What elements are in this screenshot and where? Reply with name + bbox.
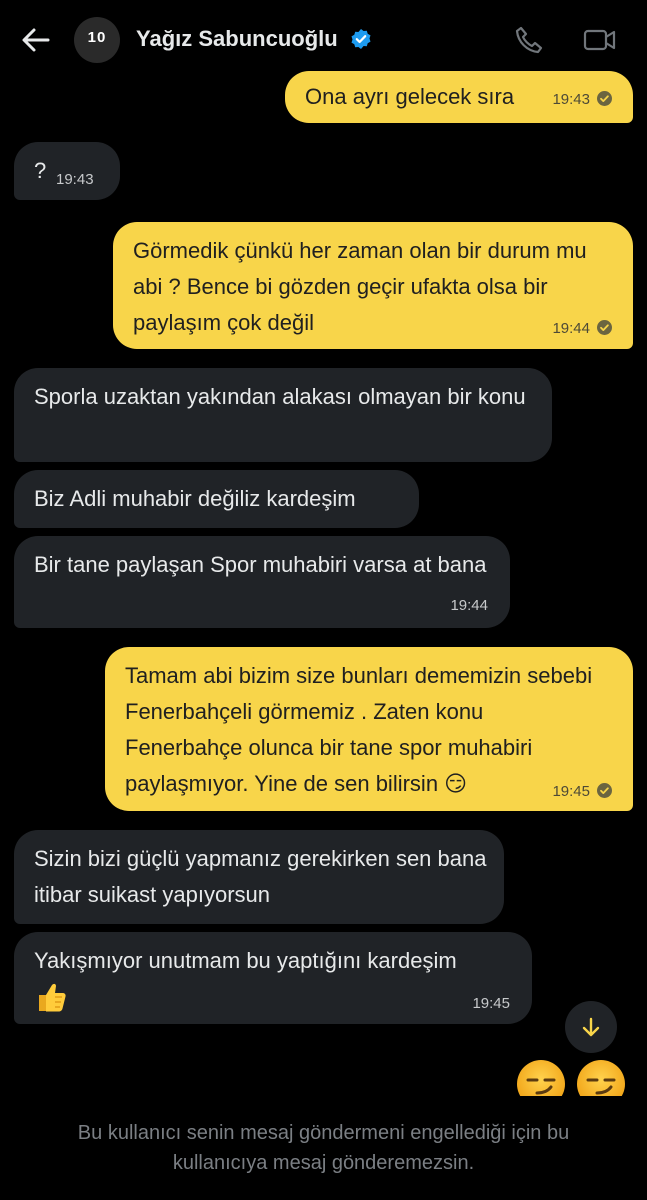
arrow-down-icon <box>582 1017 600 1037</box>
scroll-to-bottom-button[interactable] <box>565 1001 617 1053</box>
message-incoming[interactable]: Yakışmıyor unutmam bu yaptığını kardeşim… <box>14 932 532 1024</box>
message-incoming[interactable]: Bir tane paylaşan Spor muhabiri varsa at… <box>14 536 510 628</box>
message-time: 19:44 <box>552 320 590 337</box>
message-time: 19:44 <box>450 597 488 614</box>
message-text: Sizin bizi güçlü yapmanız gerekirken sen… <box>34 846 487 907</box>
read-check-icon <box>597 783 612 798</box>
message-text: Görmedik çünkü her zaman olan bir durum … <box>133 238 587 335</box>
message-time: 19:45 <box>472 995 510 1012</box>
video-camera-icon[interactable] <box>582 24 618 56</box>
message-incoming[interactable]: Sizin bizi güçlü yapmanız gerekirken sen… <box>14 830 504 924</box>
message-text: Yakışmıyor unutmam bu yaptığını kardeşim <box>34 948 457 973</box>
conversation-header: 10 Yağız Sabuncuoğlu <box>0 0 647 78</box>
message-text: Tamam abi bizim size bunları dememizin s… <box>125 663 593 796</box>
avatar-text: 10 <box>87 29 107 46</box>
message-text: ? <box>34 158 47 183</box>
message-incoming[interactable]: Biz Adli muhabir değiliz kardeşim <box>14 470 419 528</box>
message-incoming[interactable]: ? 19:43 <box>14 142 120 200</box>
message-outgoing[interactable]: Tamam abi bizim size bunları dememizin s… <box>105 647 633 811</box>
message-text: Ona ayrı gelecek sıra <box>305 84 515 109</box>
message-time: 19:43 <box>552 91 590 108</box>
message-text: Biz Adli muhabir değiliz kardeşim <box>34 486 356 511</box>
contact-name[interactable]: Yağız Sabuncuoğlu <box>136 26 338 52</box>
blocked-notice-text: Bu kullanıcı senin mesaj göndermeni enge… <box>77 1122 570 1174</box>
avatar[interactable]: 10 <box>74 17 120 63</box>
thumbs-up-emoji <box>39 983 66 1012</box>
message-time: 19:43 <box>56 171 94 188</box>
phone-icon[interactable] <box>513 24 545 56</box>
arrow-left-icon[interactable] <box>18 22 54 58</box>
message-incoming[interactable]: Sporla uzaktan yakından alakası olmayan … <box>14 368 552 462</box>
read-check-icon <box>597 91 612 106</box>
blocked-notice-bar: Bu kullanıcı senin mesaj göndermeni enge… <box>0 1096 647 1200</box>
read-check-icon <box>597 320 612 335</box>
message-text: Bir tane paylaşan Spor muhabiri varsa at… <box>34 552 487 577</box>
message-time: 19:45 <box>552 783 590 800</box>
message-outgoing[interactable]: Ona ayrı gelecek sıra 19:43 <box>285 71 633 123</box>
message-text: Sporla uzaktan yakından alakası olmayan … <box>34 384 526 409</box>
message-outgoing[interactable]: Görmedik çünkü her zaman olan bir durum … <box>113 222 633 349</box>
verified-badge-icon <box>351 29 371 49</box>
